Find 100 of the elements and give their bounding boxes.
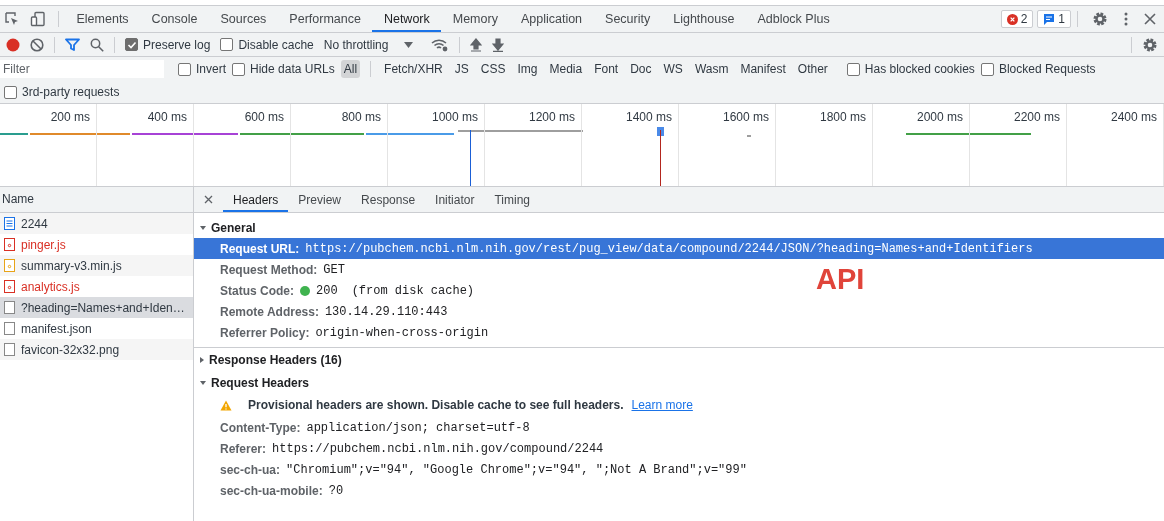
record-icon[interactable]	[6, 37, 20, 52]
type-filter[interactable]: Media	[546, 60, 586, 78]
header-value: https://pubchem.ncbi.nlm.nih.gov/rest/pug_view/data/compound/2244/JSON/?heading=Names+and+Identifiers	[305, 241, 1033, 256]
request-row[interactable]: analytics.js	[0, 276, 193, 297]
type-filter[interactable]: Wasm	[691, 60, 732, 78]
panel-tab[interactable]: Application	[509, 6, 594, 32]
close-icon[interactable]	[204, 195, 213, 204]
checkbox-option[interactable]: Has blocked cookies	[846, 62, 975, 76]
more-icon[interactable]	[1124, 12, 1128, 26]
close-icon[interactable]	[1144, 13, 1156, 25]
request-row[interactable]: manifest.json	[0, 318, 193, 339]
download-icon[interactable]	[492, 37, 505, 52]
request-name: favicon-32x32.png	[21, 342, 120, 357]
type-filter[interactable]: Img	[514, 60, 541, 78]
request-name: summary-v3.min.js	[21, 258, 122, 273]
panel-tab[interactable]: Network	[372, 6, 442, 32]
time-tick-label: 1200 ms	[528, 110, 575, 124]
panel-tab[interactable]: Lighthouse	[661, 6, 746, 32]
caret-icon	[404, 41, 414, 48]
type-filter[interactable]: CSS	[477, 60, 509, 78]
section-header[interactable]: Request Headers	[194, 372, 1164, 393]
header-value: application/json; charset=utf-8	[306, 420, 530, 435]
panel-tab[interactable]: Memory	[441, 6, 510, 32]
search-icon[interactable]	[90, 37, 104, 52]
inspect-icon[interactable]	[4, 11, 20, 27]
error-badge[interactable]: 2	[1000, 10, 1034, 28]
panel-tab[interactable]: Security	[593, 6, 662, 32]
detail-tab[interactable]: Preview	[288, 187, 352, 212]
header-value: origin-when-cross-origin	[315, 325, 489, 340]
request-row[interactable]: favicon-32x32.png	[0, 339, 193, 360]
network-conditions-icon[interactable]	[431, 37, 450, 52]
error-icon	[1006, 13, 1018, 25]
detail-tab[interactable]: Headers	[223, 187, 289, 212]
panel-tab[interactable]: Sources	[209, 6, 278, 32]
header-value: ?0	[328, 483, 344, 498]
request-name: 2244	[21, 216, 48, 231]
header-value: GET	[323, 262, 345, 277]
device-icon[interactable]	[30, 11, 46, 27]
message-badge[interactable]: 1	[1037, 10, 1071, 28]
settings-icon[interactable]	[1142, 36, 1158, 53]
upload-icon[interactable]	[470, 37, 483, 52]
file-icon	[4, 259, 15, 272]
type-filter[interactable]: Manifest	[737, 60, 789, 78]
request-name: ?heading=Names+and+Iden…	[21, 300, 185, 315]
filter-icon[interactable]	[65, 37, 80, 52]
file-icon	[4, 322, 15, 335]
filter-field[interactable]: Filter	[0, 60, 164, 78]
panel-tab[interactable]: Console	[140, 6, 209, 32]
settings-icon[interactable]	[1092, 11, 1108, 27]
status-dot-icon	[300, 285, 310, 296]
clear-icon[interactable]	[30, 37, 44, 52]
type-filter[interactable]: All	[340, 60, 361, 78]
type-filter[interactable]: Fetch/XHR	[381, 60, 446, 78]
checkmark-icon	[126, 39, 137, 50]
header-value: "Chromium";v="94", "Google Chrome";v="94", ";Not A Brand";v="99"	[286, 462, 747, 477]
file-icon	[4, 343, 15, 356]
header-key: Remote Address:	[220, 304, 319, 319]
request-row[interactable]: 2244	[0, 213, 193, 234]
warning-icon	[220, 399, 232, 411]
request-row[interactable]: pinger.js	[0, 234, 193, 255]
type-filter[interactable]: Font	[591, 60, 622, 78]
checkbox-option[interactable]: Preserve log	[125, 37, 211, 52]
request-row[interactable]: ?heading=Names+and+Iden…	[0, 297, 193, 318]
message-icon	[1043, 13, 1056, 25]
type-filter[interactable]: Other	[794, 60, 831, 78]
checkbox-option[interactable]: 3rd-party requests	[4, 85, 120, 99]
header-key: Request Method:	[220, 262, 318, 277]
learn-more-link[interactable]: Learn more	[631, 398, 693, 412]
checkbox-option[interactable]: Disable cache	[220, 37, 314, 52]
time-tick-label: 1600 ms	[722, 110, 769, 124]
panel-tab[interactable]: Adblock Plus	[745, 6, 842, 32]
header-note: (from disk cache)	[351, 283, 475, 298]
detail-tab[interactable]: Response	[351, 187, 426, 212]
header-value: 130.14.29.110:443	[324, 304, 448, 319]
panel-tab[interactable]: Performance	[277, 6, 373, 32]
header-value: https://pubchem.ncbi.nlm.nih.gov/compound/2244	[272, 441, 604, 456]
header-key: Status Code:	[220, 283, 294, 298]
throttling-dropdown[interactable]: No throttling	[323, 37, 414, 52]
time-tick-label: 200 ms	[50, 110, 90, 124]
type-filter[interactable]: JS	[451, 60, 472, 78]
request-row[interactable]: summary-v3.min.js	[0, 255, 193, 276]
panel-tab[interactable]: Elements	[65, 6, 141, 32]
checkbox-option[interactable]: Invert	[178, 62, 226, 76]
time-tick-label: 400 ms	[147, 110, 187, 124]
time-tick-label: 600 ms	[244, 110, 284, 124]
detail-tab[interactable]: Initiator	[425, 187, 485, 212]
file-icon	[4, 238, 15, 251]
section-header[interactable]: Response Headers (16)	[194, 347, 1164, 372]
detail-tab[interactable]: Timing	[484, 187, 540, 212]
section-header[interactable]: General	[194, 217, 1164, 238]
time-tick-label: 2400 ms	[1110, 110, 1157, 124]
header-key: Referer:	[220, 441, 267, 456]
checkbox-option[interactable]: Hide data URLs	[232, 62, 335, 76]
column-header[interactable]: Name	[0, 187, 193, 213]
type-filter[interactable]: WS	[660, 60, 686, 78]
warning-message: Provisional headers are shown. Disable cache to see full headers.	[248, 398, 624, 412]
request-name: analytics.js	[21, 279, 80, 294]
type-filter[interactable]: Doc	[627, 60, 655, 78]
header-key: sec-ch-ua:	[220, 462, 281, 477]
checkbox-option[interactable]: Blocked Requests	[980, 62, 1096, 76]
